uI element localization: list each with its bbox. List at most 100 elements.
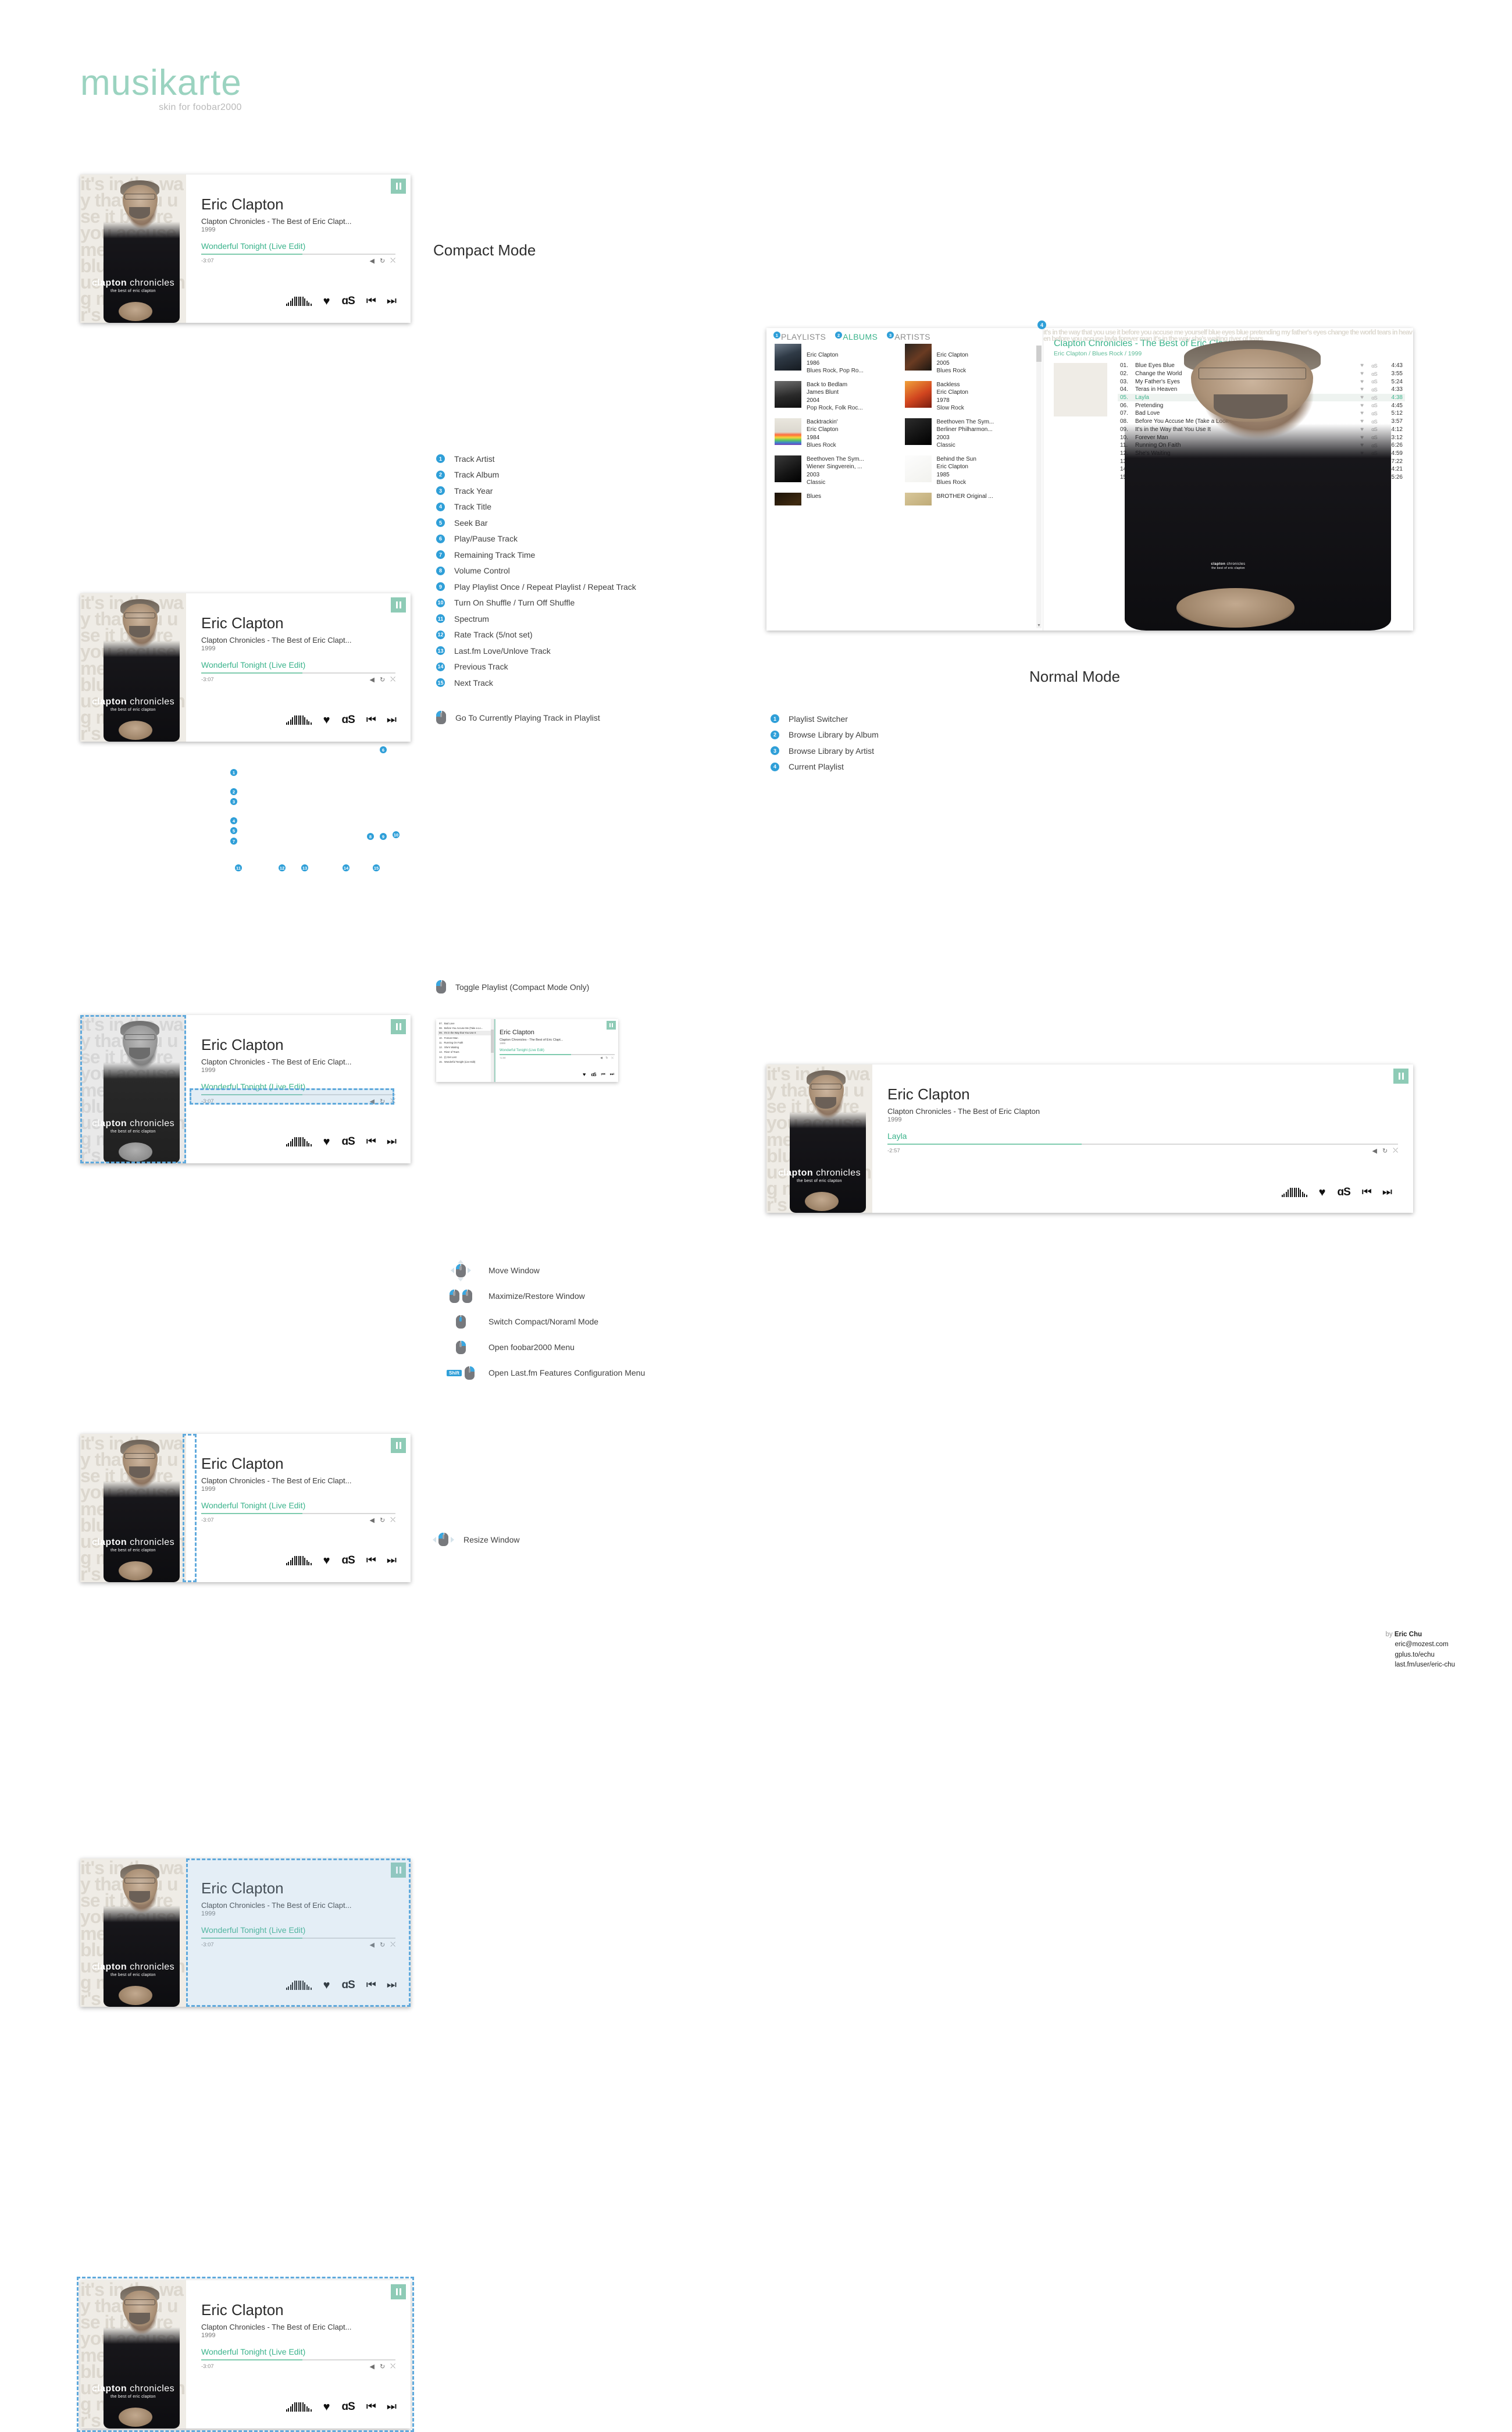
compact-player-goto-track[interactable]: it's in the way that you use it before y… — [80, 1015, 411, 1163]
spectrum-icon[interactable] — [1281, 1188, 1307, 1197]
normal-library-panel[interactable]: 1 PLAYLISTS 2 ALBUMS 3 ARTISTS Eric Clapton 19… — [766, 321, 1413, 631]
transport-controls[interactable]: ♥ ɑS ⏮ ⏭ — [286, 714, 397, 727]
album-grid[interactable]: Eric Clapton 1986 Blues Rock, Pop Ro... Er… — [766, 344, 1043, 506]
current-playlist-panel[interactable]: 4 Clapton Chronicles - The Best of Eric … — [1037, 321, 1413, 631]
album-cell[interactable]: Eric Clapton 2005 Blues Rock — [904, 344, 1035, 381]
next-track-icon[interactable]: ⏭ — [387, 1135, 397, 1148]
compact-player-toggle-playlist[interactable]: it's in the way that you use it before y… — [80, 1434, 411, 1582]
next-track-icon[interactable]: ⏭ — [1382, 1186, 1392, 1199]
mini-track-row[interactable]: 14. (I) Get Lost — [438, 1055, 494, 1059]
play-pause-button[interactable] — [391, 179, 406, 194]
seek-bar[interactable] — [201, 1513, 395, 1514]
transport-controls[interactable]: ♥ ɑS ⏮ ⏭ — [286, 1554, 397, 1567]
volume-icon[interactable]: ◀ — [1372, 1147, 1377, 1155]
spectrum-icon[interactable] — [286, 715, 312, 725]
transport-controls[interactable]: ♥ ɑS ⏮ ⏭ — [286, 1135, 397, 1148]
normal-player[interactable]: it's in the way that you use it before y… — [766, 1064, 1413, 1213]
mini-seek-bar[interactable] — [500, 1054, 615, 1055]
mini-track-row[interactable]: 09. It's in the Way that You Use It — [438, 1030, 494, 1035]
previous-track-icon[interactable]: ⏮ — [1362, 1186, 1372, 1199]
lastfm-love-icon[interactable]: ɑS — [1338, 1186, 1351, 1199]
rate-track-heart-icon[interactable]: ♥ — [323, 1136, 330, 1148]
repeat-icon[interactable]: ↻ — [380, 676, 385, 683]
volume-icon[interactable]: ◀ — [370, 1516, 375, 1524]
library-scrollbar[interactable]: ▼ — [1036, 346, 1042, 628]
mini-track-row[interactable]: 15. Wonderful Tonight (Live Edit) — [438, 1059, 494, 1064]
seek-bar[interactable] — [201, 672, 395, 674]
album-cell[interactable]: Beethoven The Sym... Wiener Singverein, .… — [775, 455, 905, 493]
previous-track-icon[interactable]: ⏮ — [366, 1554, 376, 1567]
seek-bar[interactable] — [887, 1144, 1398, 1145]
compact-player-resize[interactable]: it's in the way that you use it before y… — [77, 2277, 414, 2432]
spectrum-icon[interactable] — [286, 297, 312, 306]
mini-track-row[interactable]: 12. She's Waiting — [438, 1045, 494, 1049]
next-track-icon[interactable]: ⏭ — [387, 1554, 397, 1567]
album-cell[interactable]: Backtrackin' Eric Clapton 1984 Blues Rock — [775, 418, 905, 455]
library-tabs[interactable]: 1 PLAYLISTS 2 ALBUMS 3 ARTISTS — [766, 328, 1043, 344]
shuffle-icon[interactable]: ⤬ — [390, 1516, 395, 1524]
library-tab-albums[interactable]: 2 ALBUMS — [835, 332, 878, 341]
mini-heart-icon[interactable]: ♥ — [583, 1071, 586, 1077]
album-cell[interactable]: Behind the Sun Eric Clapton 1985 Blues Rock — [904, 455, 1035, 493]
repeat-icon[interactable]: ↻ — [1382, 1147, 1388, 1155]
library-tab-playlists[interactable]: 1 PLAYLISTS — [773, 332, 826, 341]
mini-track-row[interactable]: 11. Running On Faith — [438, 1040, 494, 1045]
rate-track-heart-icon[interactable]: ♥ — [323, 714, 330, 726]
previous-track-icon[interactable]: ⏮ — [366, 295, 376, 308]
compact-player-annotated[interactable]: it's in the way that you use it before y… — [80, 593, 411, 742]
lastfm-love-icon[interactable]: ɑS — [342, 714, 355, 727]
next-track-icon[interactable]: ⏭ — [387, 714, 397, 727]
mini-scrollbar[interactable] — [491, 1019, 494, 1082]
repeat-icon[interactable]: ↻ — [380, 257, 385, 265]
scroll-down-icon[interactable]: ▼ — [1036, 622, 1042, 628]
mini-previous-icon[interactable]: ⏮ — [601, 1071, 605, 1077]
previous-track-icon[interactable]: ⏮ — [366, 714, 376, 727]
lastfm-love-icon[interactable]: ɑS — [342, 1135, 355, 1148]
mini-playlist[interactable]: 07. Bad Love 08. Before You Accuse Me (Take… — [436, 1019, 494, 1082]
mini-scrollbar-thumb[interactable] — [491, 1030, 494, 1053]
mini-pause-button[interactable] — [607, 1021, 616, 1030]
transport-controls[interactable]: ♥ ɑS ⏮ ⏭ — [1281, 1186, 1392, 1199]
rate-track-heart-icon[interactable]: ♥ — [1319, 1187, 1326, 1198]
album-cell[interactable]: Beethoven The Sym... Berliner Philharmon.… — [904, 418, 1035, 455]
spectrum-icon[interactable] — [286, 1556, 312, 1565]
mini-next-icon[interactable]: ⏭ — [610, 1071, 614, 1077]
compact-player-plain[interactable]: it's in the way that you use it before y… — [80, 175, 411, 323]
shuffle-icon[interactable]: ⤬ — [1393, 1147, 1398, 1155]
volume-icon[interactable]: ◀ — [370, 257, 375, 265]
scrollbar-thumb[interactable] — [1036, 346, 1042, 362]
shuffle-icon[interactable]: ⤬ — [390, 257, 395, 265]
spectrum-icon[interactable] — [286, 1137, 312, 1146]
next-track-icon[interactable]: ⏭ — [387, 295, 397, 308]
seek-bar[interactable] — [201, 254, 395, 255]
previous-track-icon[interactable]: ⏮ — [366, 1135, 376, 1148]
compact-player-window-actions[interactable]: it's in the way that you use it before y… — [80, 1858, 411, 2007]
mini-track-row[interactable]: 10. Forever Man — [438, 1035, 494, 1040]
album-cell[interactable]: Eric Clapton 1986 Blues Rock, Pop Ro... — [775, 344, 905, 381]
volume-icon[interactable]: ◀ — [370, 676, 375, 683]
mini-track-row[interactable]: 07. Bad Love — [438, 1021, 494, 1026]
album-cell[interactable]: BROTHER Original ... — [904, 493, 1035, 506]
transport-controls[interactable]: ♥ ɑS ⏮ ⏭ — [286, 295, 397, 308]
play-pause-button[interactable] — [391, 597, 406, 613]
rate-track-heart-icon[interactable]: ♥ — [323, 1555, 330, 1566]
play-pause-button[interactable] — [1393, 1069, 1408, 1084]
album-cell[interactable]: Backless Eric Clapton 1978 Slow Rock — [904, 381, 1035, 418]
album-cell[interactable]: Blues — [775, 493, 905, 506]
shuffle-icon[interactable]: ⤬ — [390, 676, 395, 683]
library-browser[interactable]: 1 PLAYLISTS 2 ALBUMS 3 ARTISTS Eric Clapton 19… — [766, 328, 1043, 631]
lastfm-love-icon[interactable]: ɑS — [342, 295, 355, 308]
library-tab-artists[interactable]: 3 ARTISTS — [887, 332, 930, 341]
mini-lastfm-icon[interactable]: ɑS — [591, 1072, 596, 1077]
play-pause-button[interactable] — [391, 1438, 406, 1453]
rate-track-heart-icon[interactable]: ♥ — [323, 295, 330, 307]
album-artist: Eric Clapton — [807, 352, 839, 359]
mini-options-icons[interactable]: ◀ ↻ ⤬ — [600, 1056, 615, 1060]
mini-track-row[interactable]: 08. Before You Accuse Me (Take a Lo... — [438, 1026, 494, 1030]
play-pause-button[interactable] — [391, 1019, 406, 1034]
lastfm-love-icon[interactable]: ɑS — [342, 1554, 355, 1567]
repeat-icon[interactable]: ↻ — [380, 1516, 385, 1524]
mini-track-row[interactable]: 13. River of Tears — [438, 1050, 494, 1055]
legend-label: Track Album — [454, 470, 500, 480]
album-cell[interactable]: Back to Bedlam James Blunt 2004 Pop Rock, F… — [775, 381, 905, 418]
